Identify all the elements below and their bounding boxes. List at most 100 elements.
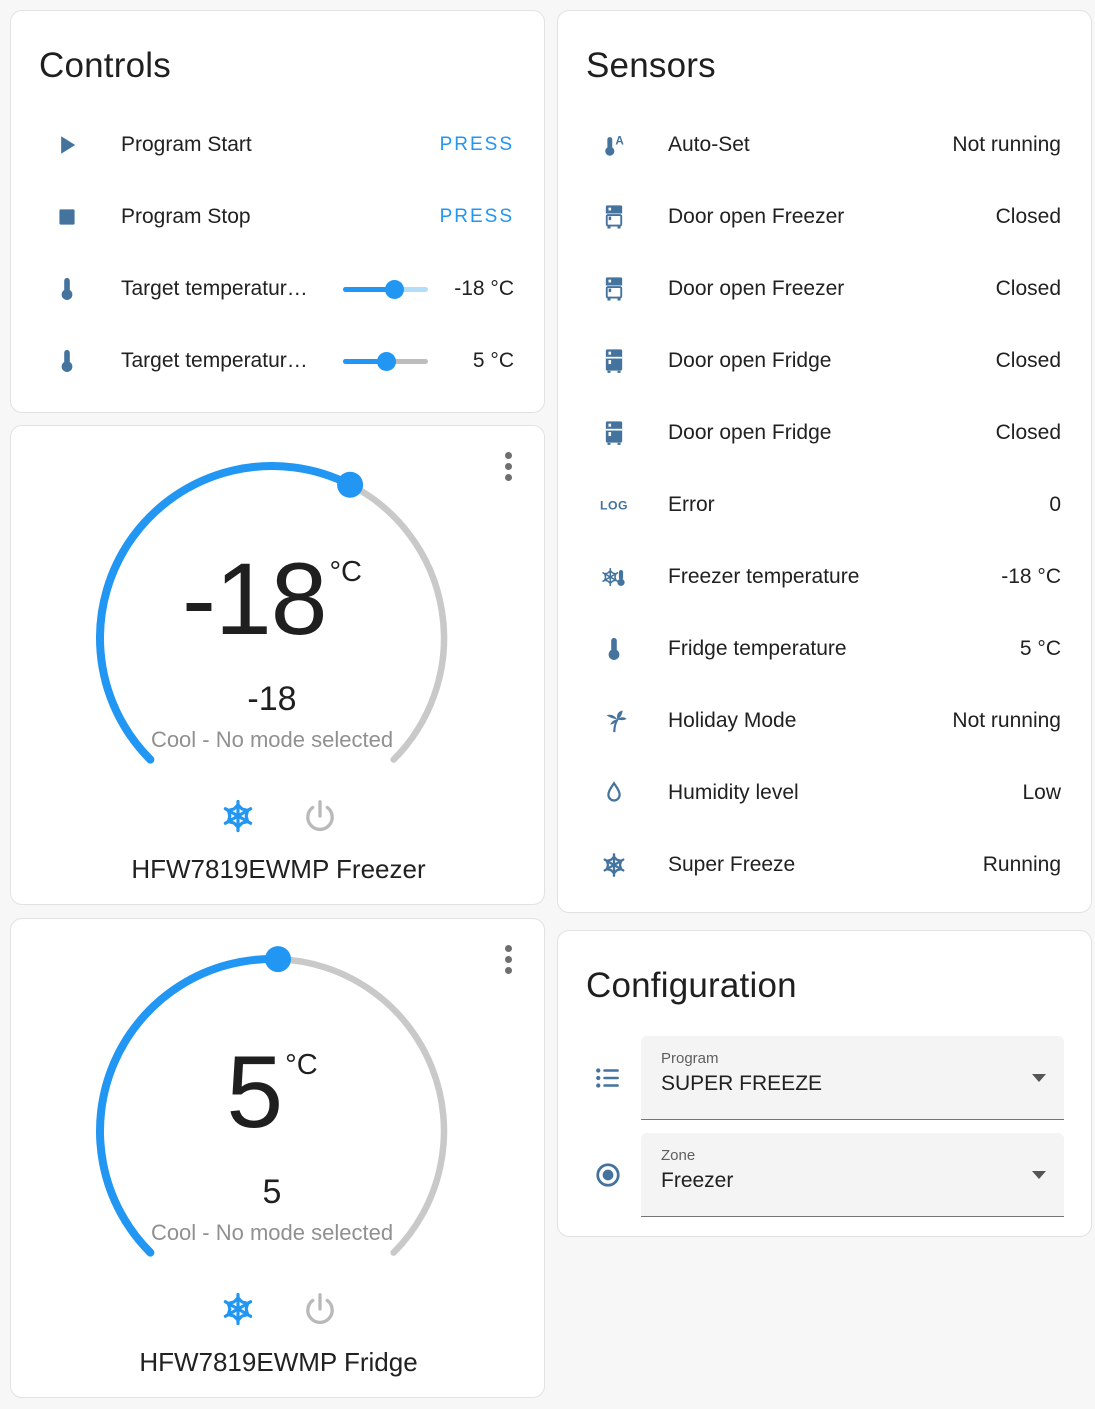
thermostat-name: HFW7819EWMP Fridge xyxy=(139,1347,418,1377)
sensor-value: Closed xyxy=(995,205,1061,228)
dashboard: Controls Program Start PRESS Program Sto… xyxy=(0,0,1095,1409)
select-label: Zone xyxy=(661,1147,696,1164)
chevron-down-icon xyxy=(1032,1171,1046,1179)
chevron-down-icon xyxy=(1032,1074,1046,1082)
thermometer-icon xyxy=(600,635,628,663)
sensor-label: Auto-Set xyxy=(668,133,750,156)
temperature-slider[interactable] xyxy=(343,279,428,299)
fridge-bottom-icon xyxy=(600,419,628,447)
cool-mode-button[interactable] xyxy=(216,794,260,838)
temperature-dial[interactable] xyxy=(11,919,546,1279)
sensor-row[interactable]: Door open Fridge Closed xyxy=(558,397,1091,469)
sensor-row[interactable]: Door open Freezer Closed xyxy=(558,253,1091,325)
thermometer-icon xyxy=(53,347,81,375)
sensors-rows: A Auto-Set Not running Door open Freezer… xyxy=(558,109,1091,901)
sensor-value: Low xyxy=(1022,781,1061,804)
fridge-bottom-icon xyxy=(600,347,628,375)
power-icon xyxy=(301,1290,339,1328)
snowflake-thermometer-icon xyxy=(600,563,628,591)
cool-mode-button[interactable] xyxy=(216,1287,260,1331)
svg-text:A: A xyxy=(615,134,624,147)
sensors-title: Sensors xyxy=(586,46,716,85)
select-label: Program xyxy=(661,1050,719,1067)
select-field[interactable]: Zone Freezer xyxy=(641,1133,1064,1217)
sensor-label: Humidity level xyxy=(668,781,799,804)
palm-tree-icon xyxy=(600,707,628,735)
thermometer-auto-icon: A xyxy=(600,131,628,159)
hvac-mode-buttons xyxy=(11,794,546,838)
select-field[interactable]: Program SUPER FREEZE xyxy=(641,1036,1064,1120)
slider-knob[interactable] xyxy=(385,280,405,299)
play-icon xyxy=(53,131,81,159)
controls-card: Controls Program Start PRESS Program Sto… xyxy=(10,10,545,413)
thermostat-card-fridge: 5 °C 5 Cool - No mode selected HFW7819EWM… xyxy=(10,918,545,1398)
snowflake-icon xyxy=(219,797,257,835)
sensor-value: Closed xyxy=(995,277,1061,300)
sensor-label: Door open Fridge xyxy=(668,421,832,444)
sensor-row[interactable]: A Auto-Set Not running xyxy=(558,109,1091,181)
control-row[interactable]: Program Stop PRESS xyxy=(11,181,544,253)
sensor-value: 5 °C xyxy=(1019,637,1061,660)
select-value: SUPER FREEZE xyxy=(661,1072,823,1095)
control-label: Program Stop xyxy=(121,205,251,228)
sensor-label: Door open Fridge xyxy=(668,349,832,372)
press-button[interactable]: PRESS xyxy=(440,206,514,228)
sensor-value: Not running xyxy=(952,133,1061,156)
sensor-value: Closed xyxy=(995,349,1061,372)
sensor-label: Freezer temperature xyxy=(668,565,860,588)
snowflake-icon xyxy=(219,1290,257,1328)
press-button[interactable]: PRESS xyxy=(440,134,514,156)
sensor-label: Super Freeze xyxy=(668,853,796,876)
configuration-card: Configuration Program SUPER FREEZE Zone … xyxy=(557,930,1092,1237)
power-off-button[interactable] xyxy=(298,794,342,838)
control-label: Program Start xyxy=(121,133,252,156)
list-icon xyxy=(593,1063,623,1093)
sensor-label: Door open Freezer xyxy=(668,205,845,228)
fridge-top-icon xyxy=(600,275,628,303)
control-row[interactable]: Program Start PRESS xyxy=(11,109,544,181)
sensor-row[interactable]: Humidity level Low xyxy=(558,757,1091,829)
log-icon: LOG xyxy=(600,491,628,519)
sensor-row[interactable]: Door open Fridge Closed xyxy=(558,325,1091,397)
snowflake-icon xyxy=(600,851,628,879)
control-label: Target temperatur… xyxy=(121,277,308,300)
configuration-row: Zone Freezer xyxy=(593,1133,1064,1217)
sensor-value: Closed xyxy=(995,421,1061,444)
controls-title: Controls xyxy=(39,46,171,85)
slider-knob[interactable] xyxy=(376,352,396,371)
power-off-button[interactable] xyxy=(298,1287,342,1331)
control-value: -18 °C xyxy=(454,277,514,300)
sensor-label: Door open Freezer xyxy=(668,277,845,300)
stop-icon xyxy=(53,203,81,231)
thermometer-icon xyxy=(53,275,81,303)
sensor-row[interactable]: Door open Freezer Closed xyxy=(558,181,1091,253)
temperature-slider[interactable] xyxy=(343,351,428,371)
sensor-row[interactable]: Fridge temperature 5 °C xyxy=(558,613,1091,685)
sensor-label: Holiday Mode xyxy=(668,709,797,732)
configuration-title: Configuration xyxy=(586,966,797,1005)
power-icon xyxy=(301,797,339,835)
sensor-label: Fridge temperature xyxy=(668,637,847,660)
control-value: 5 °C xyxy=(472,349,514,372)
sensor-row[interactable]: LOG Error 0 xyxy=(558,469,1091,541)
thermostat-card-freezer: -18 °C -18 Cool - No mode selected HFW781… xyxy=(10,425,545,905)
sensor-row[interactable]: Holiday Mode Not running xyxy=(558,685,1091,757)
water-drop-icon xyxy=(600,779,628,807)
configuration-rows: Program SUPER FREEZE Zone Freezer xyxy=(558,1036,1091,1217)
control-row[interactable]: Target temperatur… -18 °C xyxy=(11,253,544,325)
sensor-row[interactable]: Super Freeze Running xyxy=(558,829,1091,901)
sensor-value: Not running xyxy=(952,709,1061,732)
svg-text:LOG: LOG xyxy=(600,499,628,513)
sensor-row[interactable]: Freezer temperature -18 °C xyxy=(558,541,1091,613)
control-row[interactable]: Target temperatur… 5 °C xyxy=(11,325,544,397)
hvac-mode-buttons xyxy=(11,1287,546,1331)
sensor-value: 0 xyxy=(1049,493,1061,516)
fridge-top-icon xyxy=(600,203,628,231)
configuration-row: Program SUPER FREEZE xyxy=(593,1036,1064,1120)
radiobox-icon xyxy=(593,1160,623,1190)
thermostat-name: HFW7819EWMP Freezer xyxy=(131,854,426,884)
sensor-label: Error xyxy=(668,493,715,516)
temperature-dial[interactable] xyxy=(11,426,546,786)
control-label: Target temperatur… xyxy=(121,349,308,372)
controls-rows: Program Start PRESS Program Stop PRESS T… xyxy=(11,109,544,397)
